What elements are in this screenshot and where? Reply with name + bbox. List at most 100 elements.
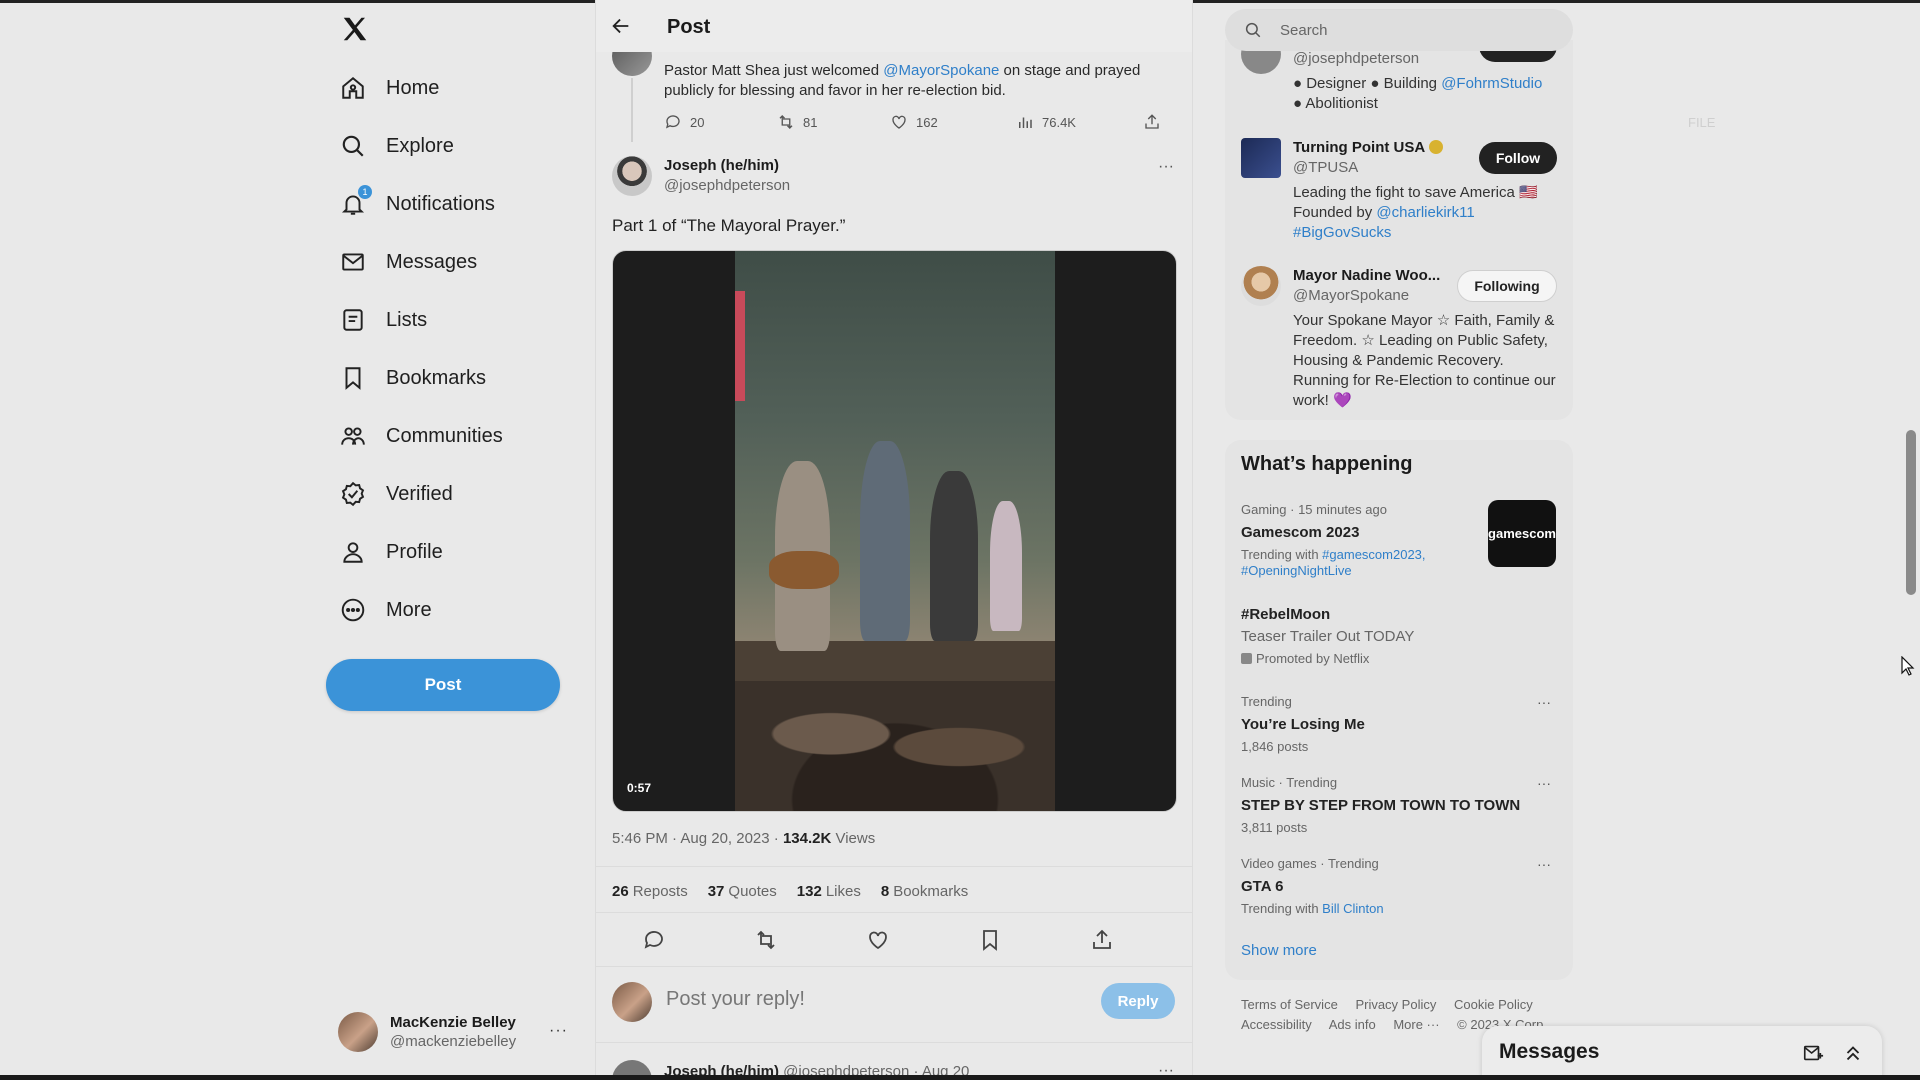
sidebar-item-verified[interactable]: Verified [340,472,453,516]
tweet-more-icon[interactable]: ··· [1158,158,1174,176]
sidebar-item-notifications[interactable]: 1 Notifications [340,182,495,226]
trend-more-icon[interactable]: ··· [1537,775,1551,791]
avatar[interactable] [612,156,652,196]
stat-count: 132 [796,883,822,900]
sidebar-item-label: Notifications [386,192,495,215]
x-logo-icon[interactable] [340,14,370,44]
chevron-up-double-icon[interactable] [1842,1042,1864,1064]
new-message-icon[interactable] [1802,1042,1824,1064]
footer-link[interactable]: Accessibility [1241,1017,1312,1032]
trend-sub-text: Trending with [1241,547,1323,562]
repost-count: 81 [803,114,818,130]
repost-icon[interactable] [754,928,778,952]
who-handle[interactable]: @josephdpeterson [1293,50,1419,67]
avatar[interactable] [1241,266,1281,306]
messages-drawer[interactable]: Messages [1482,1026,1882,1080]
stat-bookmarks[interactable]: 8 Bookmarks [881,883,968,900]
who-bio: ● Designer ● Building @FohrmStudio ● Abol… [1293,74,1559,114]
crowd [735,681,1055,811]
trend-title: GTA 6 [1241,878,1284,895]
who-name-text: Turning Point USA [1293,139,1425,156]
sidebar-item-bookmarks[interactable]: Bookmarks [340,356,486,400]
tweet-timestamp: 5:46 PM · Aug 20, 2023 · 134.2K Views [612,830,875,847]
bio-link[interactable]: @charliekirk11 [1376,204,1474,221]
list-icon [340,307,366,333]
who-to-follow-card: Follow @josephdpeterson ● Designer ● Bui… [1225,40,1573,420]
back-arrow-icon[interactable] [610,15,632,37]
footer-link[interactable]: Cookie Policy [1454,997,1533,1012]
tweet-author-handle[interactable]: @josephdpeterson [664,177,790,194]
bio-link[interactable]: @FohrmStudio [1441,75,1542,92]
mention-link[interactable]: @MayorSpokane [883,62,999,79]
post-header: Post [596,0,1192,52]
previous-tweet-actions: 20 81 162 76.4K [664,113,1164,133]
sidebar-item-label: Verified [386,482,453,505]
trend-more-icon[interactable]: ··· [1537,694,1551,710]
search-bar[interactable]: Search [1225,9,1573,51]
sidebar-item-explore[interactable]: Explore [340,124,454,168]
stat-count: 26 [612,883,629,900]
footer-link[interactable]: More ··· [1393,1017,1439,1032]
trend-sub: Trending with #gamescom2023, #OpeningNig… [1241,547,1461,579]
sidebar-item-profile[interactable]: Profile [340,530,443,574]
avatar[interactable] [1241,138,1281,178]
like-action[interactable]: 162 [890,113,938,131]
repost-action[interactable]: 81 [777,113,817,131]
post-button[interactable]: Post [326,659,560,711]
divider [596,1042,1192,1043]
search-icon [1245,22,1261,38]
more-dots-icon[interactable]: ··· [549,1022,568,1040]
performer-figure [990,501,1022,631]
show-more-link[interactable]: Show more [1241,942,1317,959]
footer-link[interactable]: Terms of Service [1241,997,1338,1012]
who-handle[interactable]: @MayorSpokane [1293,287,1409,304]
reply-input[interactable]: Post your reply! [666,988,805,1011]
trend-more-icon[interactable]: ··· [1537,856,1551,872]
scrollbar[interactable] [1906,430,1916,595]
footer-link[interactable]: Ads info [1329,1017,1376,1032]
reply-action[interactable]: 20 [664,113,704,131]
footer-link[interactable]: Privacy Policy [1355,997,1436,1012]
stat-count: 8 [880,883,890,900]
sidebar-item-messages[interactable]: Messages [340,240,477,284]
stat-reposts[interactable]: 26 Reposts [612,883,688,900]
search-input[interactable]: Search [1280,22,1328,39]
who-name[interactable]: Turning Point USA [1293,139,1443,156]
search-icon [340,133,366,159]
follow-button[interactable]: Follow [1479,142,1557,174]
divider [596,912,1192,913]
whats-happening-card: What’s happening Gaming · 15 minutes ago… [1225,440,1573,980]
trend-context: Video games · Trending [1241,856,1379,871]
home-icon [340,75,366,101]
trend-thumbnail: gamescom [1488,500,1556,567]
views-chart-icon [1019,117,1032,128]
stat-likes[interactable]: 132 Likes [797,883,861,900]
trend-title: Gamescom 2023 [1241,524,1360,541]
stat-label: Quotes [728,883,777,900]
following-button[interactable]: Following [1457,270,1557,302]
bio-link[interactable]: #BigGovSucks [1293,224,1391,241]
views-label: Views [831,830,876,847]
who-handle[interactable]: @TPUSA [1293,159,1358,176]
views-action[interactable]: 76.4K [1016,113,1076,131]
sidebar-item-communities[interactable]: Communities [340,414,503,458]
sidebar-item-more[interactable]: More [340,588,432,632]
share-icon[interactable] [1090,928,1114,952]
reply-button[interactable]: Reply [1101,983,1175,1019]
video-player[interactable]: 0:57 [612,250,1177,812]
account-switcher[interactable]: MacKenzie Belley @mackenziebelley ··· [338,1010,578,1054]
stat-quotes[interactable]: 37 Quotes [708,883,777,900]
sidebar-item-home[interactable]: Home [340,66,439,110]
people-icon [340,423,366,449]
reply-icon[interactable] [642,928,666,952]
notification-badge: 1 [358,185,372,199]
tweet-author-name[interactable]: Joseph (he/him) [664,157,779,174]
who-name[interactable]: Mayor Nadine Woo... [1293,267,1440,284]
share-action[interactable] [1143,113,1169,131]
sidebar-item-lists[interactable]: Lists [340,298,427,342]
divider [596,866,1192,867]
trend-context: Music · Trending [1241,775,1338,790]
bookmark-icon[interactable] [978,928,1002,952]
trend-link[interactable]: Bill Clinton [1322,901,1383,916]
heart-icon[interactable] [866,928,890,952]
